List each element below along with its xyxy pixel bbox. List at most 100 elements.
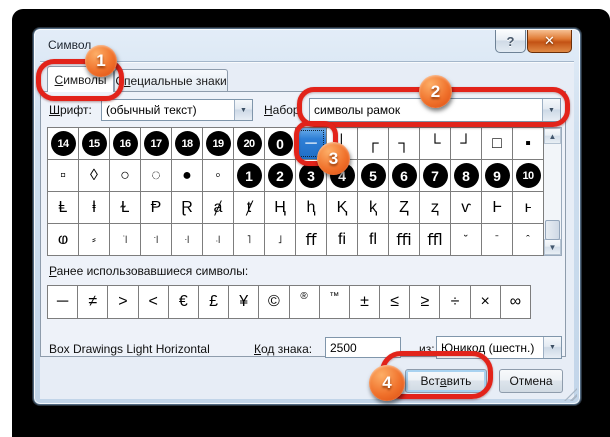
recent-symbol-cell[interactable]: ≠ [78, 286, 107, 318]
symbol-cell[interactable]: ﬁ [327, 224, 357, 255]
negative-circled-number: 9 [485, 163, 510, 188]
recent-symbol-cell[interactable]: ≥ [410, 286, 439, 318]
symbol-cell[interactable]: ⱥ [203, 192, 233, 223]
symbol-cell[interactable]: 18 [172, 128, 202, 159]
symbol-cell[interactable]: 20 [234, 128, 264, 159]
symbol-cell[interactable]: ┌ [358, 128, 388, 159]
recent-symbol-cell[interactable]: ¥ [229, 286, 258, 318]
tab-special-characters-label: Специальные знаки [115, 74, 226, 88]
from-select-arrow-button[interactable]: ▼ [543, 337, 561, 358]
symbol-cell[interactable]: ꜈ [110, 224, 140, 255]
help-icon: ? [507, 34, 515, 49]
symbol-cell[interactable]: 14 [48, 128, 78, 159]
symbol-cell[interactable]: 17 [141, 128, 171, 159]
symbol-cell[interactable]: ꜉ [141, 224, 171, 255]
symbol-cell[interactable]: ˉ [482, 224, 512, 255]
scroll-up-button[interactable]: ▲ [544, 128, 561, 144]
symbol-cell[interactable]: ⱨ [296, 192, 326, 223]
scrollbar-thumb[interactable] [545, 220, 560, 240]
symbol-cell[interactable]: └ [420, 128, 450, 159]
symbol-cell[interactable]: ▫ [48, 160, 78, 191]
symbol-cell[interactable]: ⱶ [513, 192, 543, 223]
recent-symbol-cell[interactable]: € [169, 286, 198, 318]
negative-circled-number: 8 [454, 163, 479, 188]
symbol-cell[interactable]: 2 [265, 160, 295, 191]
symbol-cell[interactable]: ◌ [141, 160, 171, 191]
symbol-cell[interactable]: Ɫ [110, 192, 140, 223]
chevron-down-icon: ▼ [549, 344, 556, 351]
symbol-cell[interactable]: Ⱨ [265, 192, 295, 223]
symbol-cell[interactable]: Ᵽ [141, 192, 171, 223]
scroll-down-button[interactable]: ▼ [544, 239, 561, 255]
recent-symbol-cell[interactable]: ─ [48, 286, 77, 318]
symbol-cell[interactable]: 19 [203, 128, 233, 159]
symbol-cell[interactable]: Ⱡ [48, 192, 78, 223]
symbol-cell[interactable]: 15 [79, 128, 109, 159]
close-button[interactable]: ✕ [527, 30, 572, 53]
recent-symbol-cell[interactable]: ® [290, 286, 319, 318]
recent-symbol-cell[interactable]: > [108, 286, 137, 318]
symbol-cell[interactable]: ﬄ [420, 224, 450, 255]
cancel-button[interactable]: Отмена [499, 369, 563, 393]
symbol-cell[interactable]: ┘ [451, 128, 481, 159]
symbol-cell[interactable]: ⱬ [420, 192, 450, 223]
character-name-label: Box Drawings Light Horizontal [49, 342, 210, 356]
symbol-cell[interactable]: 0 [265, 128, 295, 159]
symbol-cell[interactable]: ⱱ [451, 192, 481, 223]
symbol-cell[interactable]: ● [172, 160, 202, 191]
font-select-value: (обычный текст) [106, 103, 197, 117]
help-button[interactable]: ? [495, 30, 526, 53]
negative-circled-number: 20 [237, 131, 262, 156]
symbol-cell[interactable]: 9 [482, 160, 512, 191]
symbol-cell[interactable]: 7 [420, 160, 450, 191]
symbol-cell[interactable]: 16 [110, 128, 140, 159]
symbol-cell[interactable]: ◊ [79, 160, 109, 191]
recent-symbol-cell[interactable]: ∞ [501, 286, 530, 318]
negative-circled-number: 1 [237, 163, 262, 188]
recent-symbol-cell[interactable]: © [259, 286, 288, 318]
symbol-cell[interactable]: 5 [358, 160, 388, 191]
recent-symbol-cell[interactable]: ± [350, 286, 379, 318]
symbol-cell[interactable]: □ [482, 128, 512, 159]
font-select-arrow-button[interactable]: ▼ [234, 100, 252, 120]
grid-scrollbar[interactable]: ▲ ▼ [544, 127, 562, 256]
symbol-cell[interactable]: ⱦ [234, 192, 264, 223]
symbol-cell[interactable]: ○ [110, 160, 140, 191]
symbol-cell[interactable]: ▪ [513, 128, 543, 159]
scrollbar-track[interactable] [544, 144, 561, 239]
symbol-cell[interactable]: 10 [513, 160, 543, 191]
symbol-cell[interactable]: ﬂ [358, 224, 388, 255]
symbol-cell[interactable]: ◦ [203, 160, 233, 191]
recent-symbol-cell[interactable]: £ [199, 286, 228, 318]
symbol-cell[interactable]: ⱷ [48, 224, 78, 255]
symbol-cell[interactable]: ꜊ [172, 224, 202, 255]
symbol-cell[interactable]: Ⱶ [482, 192, 512, 223]
recent-symbol-cell[interactable]: < [139, 286, 168, 318]
symbol-cell[interactable]: ˆ [513, 224, 543, 255]
symbol-cell[interactable]: ⱪ [358, 192, 388, 223]
symbol-cell[interactable]: 8 [451, 160, 481, 191]
scroll-up-icon: ▲ [549, 132, 557, 141]
symbol-cell[interactable]: Ⱬ [389, 192, 419, 223]
symbol-cell[interactable]: Ⱪ [327, 192, 357, 223]
symbol-cell[interactable]: ˥ [234, 224, 264, 255]
symbol-cell[interactable]: ⸗ [79, 224, 109, 255]
symbol-cell[interactable]: Ɽ [172, 192, 202, 223]
symbol-cell[interactable]: ﬀ [296, 224, 326, 255]
symbol-cell[interactable]: ﬃ [389, 224, 419, 255]
annotation-badge-2: 2 [419, 75, 452, 108]
symbol-cell[interactable]: ┐ [389, 128, 419, 159]
negative-circled-number: 18 [175, 131, 200, 156]
symbol-cell[interactable]: ꜋ [203, 224, 233, 255]
tab-special-characters[interactable]: Специальные знаки [114, 69, 228, 92]
recent-symbol-cell[interactable]: ÷ [440, 286, 469, 318]
symbol-cell[interactable]: 1 [234, 160, 264, 191]
symbol-cell[interactable]: ˩ [265, 224, 295, 255]
recent-symbol-cell[interactable]: × [471, 286, 500, 318]
symbol-cell[interactable]: 6 [389, 160, 419, 191]
recent-symbol-cell[interactable]: ™ [320, 286, 349, 318]
symbol-cell[interactable]: ˘ [451, 224, 481, 255]
recent-symbol-cell[interactable]: ≤ [380, 286, 409, 318]
font-select[interactable]: (обычный текст) ▼ [101, 99, 253, 121]
symbol-cell[interactable]: ⱡ [79, 192, 109, 223]
